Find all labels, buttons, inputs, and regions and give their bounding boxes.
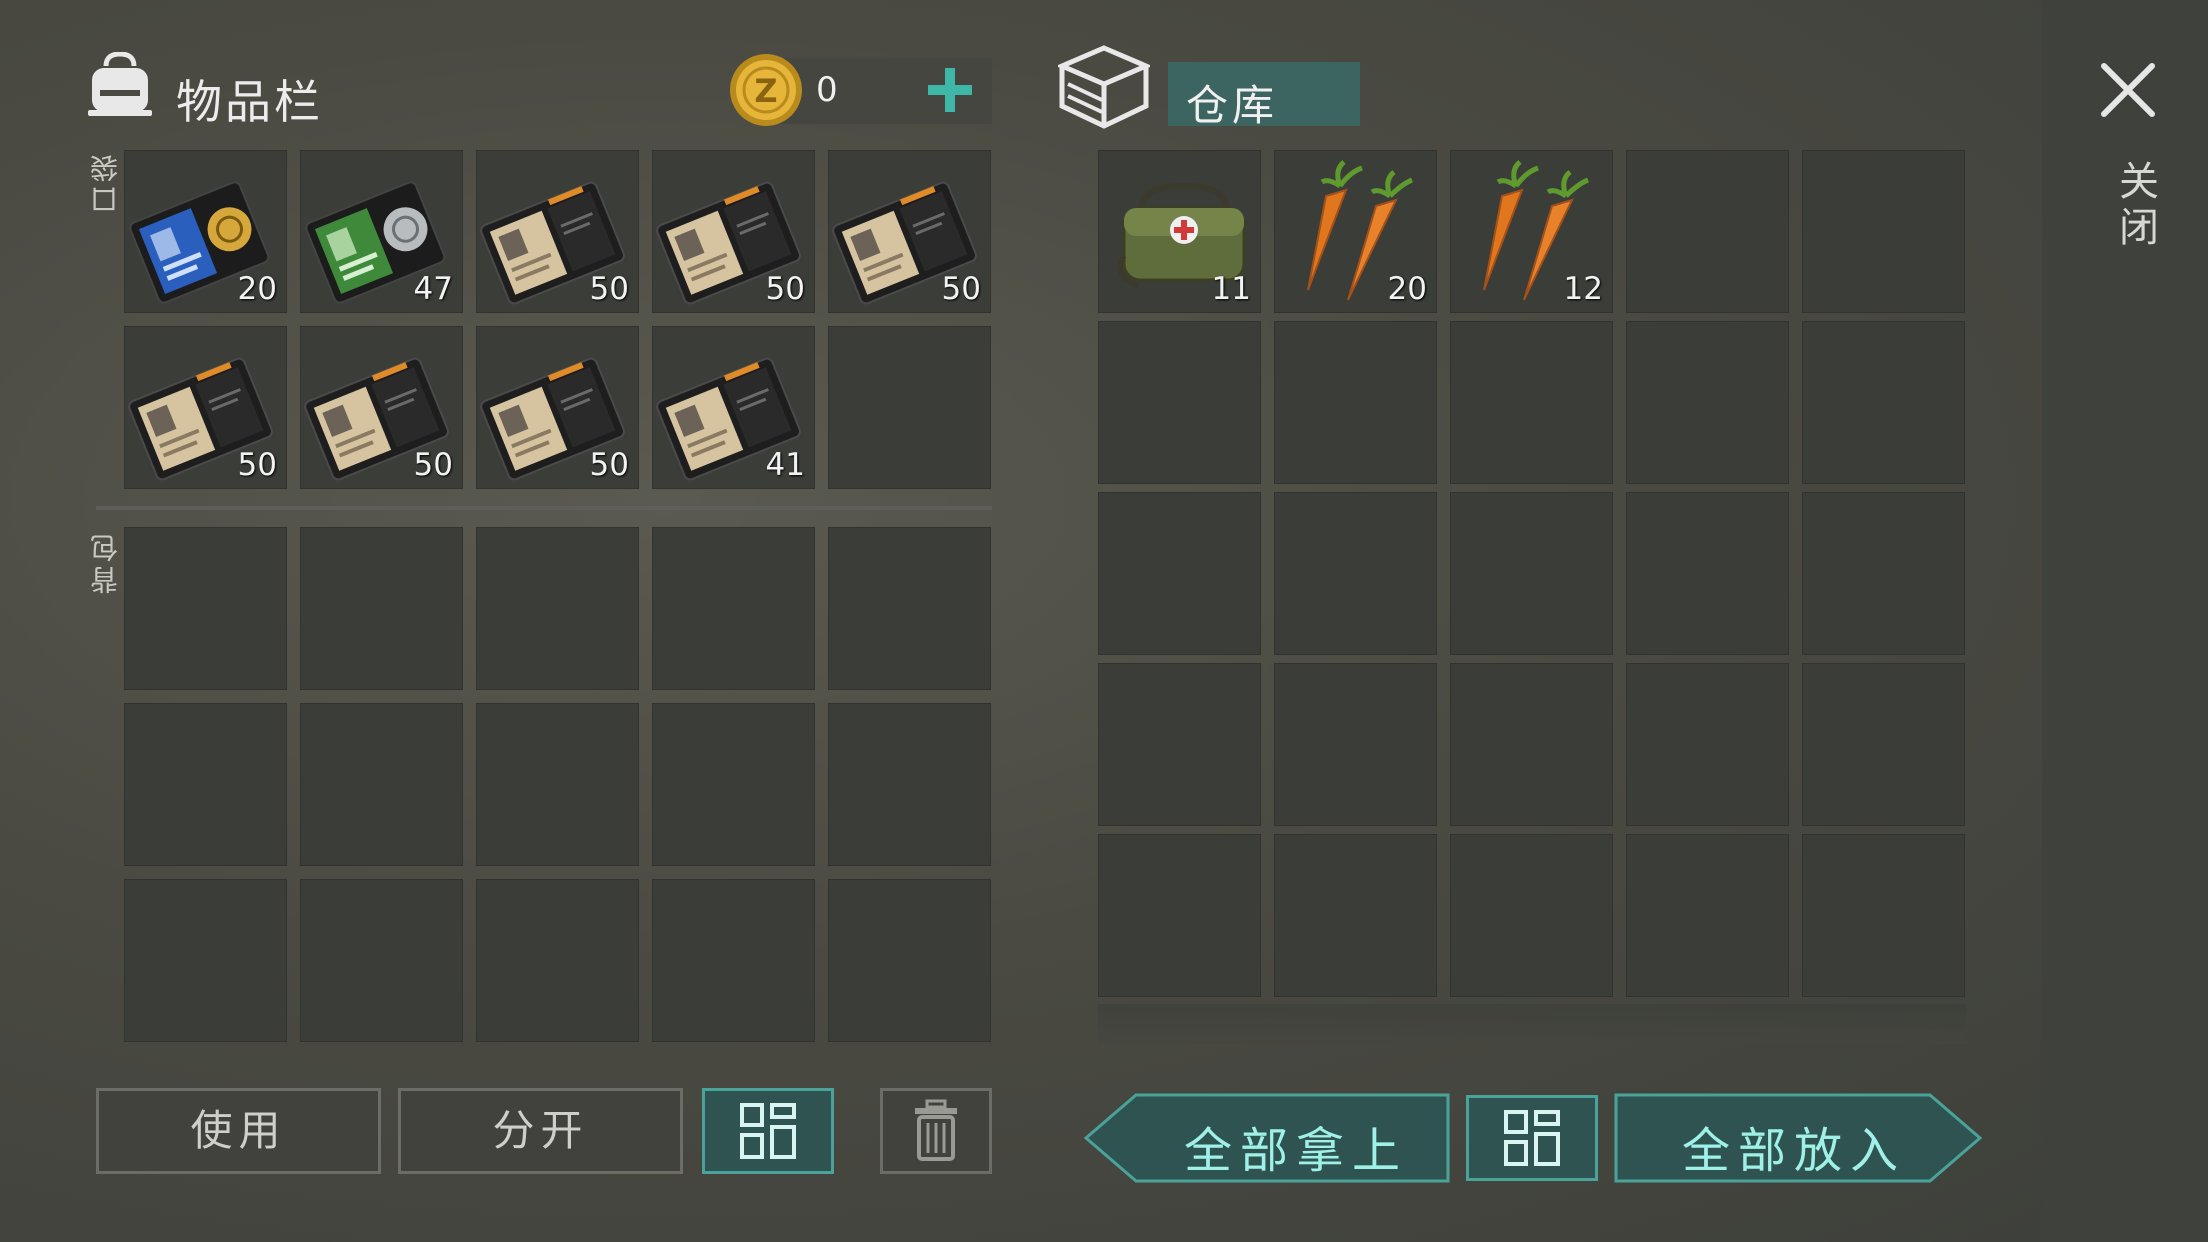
- item-quantity: 50: [237, 447, 277, 483]
- sort-warehouse-button[interactable]: [1466, 1095, 1598, 1181]
- empty-slot[interactable]: [1450, 663, 1613, 826]
- empty-slot[interactable]: [300, 527, 463, 690]
- empty-slot[interactable]: [1802, 492, 1965, 655]
- empty-slot[interactable]: [652, 879, 815, 1042]
- storage-box-icon: [1058, 45, 1150, 129]
- empty-slot[interactable]: [1274, 663, 1437, 826]
- item-slot[interactable]: 50: [652, 150, 815, 313]
- take-all-label: 全部拿上: [1184, 1123, 1409, 1179]
- item-quantity: 50: [589, 447, 629, 483]
- empty-slot[interactable]: [124, 703, 287, 866]
- warehouse-grid-overflow: [1098, 1004, 1966, 1044]
- close-label[interactable]: 关闭: [2106, 160, 2164, 252]
- item-slot[interactable]: 20: [124, 150, 287, 313]
- empty-slot[interactable]: [1626, 663, 1789, 826]
- item-quantity: 11: [1211, 271, 1251, 307]
- empty-slot[interactable]: [652, 703, 815, 866]
- empty-slot[interactable]: [476, 703, 639, 866]
- item-slot[interactable]: 20: [1274, 150, 1437, 313]
- backpack-label: 背包: [89, 530, 122, 594]
- coin-count: 0: [816, 70, 838, 110]
- empty-slot[interactable]: [1626, 492, 1789, 655]
- backpack-grid: [124, 527, 991, 1042]
- empty-slot[interactable]: [1626, 834, 1789, 997]
- item-slot[interactable]: 50: [476, 150, 639, 313]
- empty-slot[interactable]: [1098, 663, 1261, 826]
- empty-slot[interactable]: [1626, 150, 1789, 313]
- empty-slot[interactable]: [300, 879, 463, 1042]
- item-slot[interactable]: 50: [124, 326, 287, 489]
- sort-grid-icon: [740, 1103, 796, 1159]
- item-quantity: 12: [1563, 271, 1603, 307]
- warehouse-title: 仓库: [1186, 81, 1279, 130]
- close-icon[interactable]: [2096, 58, 2160, 122]
- empty-slot[interactable]: [828, 879, 991, 1042]
- warehouse-grid: 11 20 12: [1098, 150, 1965, 997]
- empty-slot[interactable]: [476, 879, 639, 1042]
- item-slot[interactable]: 47: [300, 150, 463, 313]
- trash-icon: [915, 1099, 957, 1161]
- empty-slot[interactable]: [1450, 492, 1613, 655]
- z-coin-icon: Z: [730, 54, 802, 126]
- add-coins-button[interactable]: [920, 60, 980, 120]
- item-slot[interactable]: 50: [828, 150, 991, 313]
- empty-slot[interactable]: [1450, 321, 1613, 484]
- pocket-grid: 20 47 50 50 50 50 50 50 41: [124, 150, 991, 489]
- backpack-icon: [88, 52, 152, 116]
- empty-slot[interactable]: [828, 527, 991, 690]
- item-slot[interactable]: 41: [652, 326, 815, 489]
- item-slot[interactable]: 50: [300, 326, 463, 489]
- sort-inventory-button[interactable]: [702, 1088, 834, 1174]
- item-slot[interactable]: 11: [1098, 150, 1261, 313]
- discard-button[interactable]: [880, 1088, 992, 1174]
- empty-slot[interactable]: [476, 527, 639, 690]
- item-quantity: 20: [237, 271, 277, 307]
- take-all-button[interactable]: 全部拿上: [1084, 1093, 1452, 1183]
- pocket-label: 口袋: [89, 150, 122, 214]
- item-quantity: 47: [413, 271, 453, 307]
- sort-grid-icon: [1504, 1110, 1560, 1166]
- put-all-label: 全部放入: [1682, 1123, 1907, 1179]
- section-divider: [96, 506, 992, 510]
- empty-slot[interactable]: [1274, 321, 1437, 484]
- split-button[interactable]: 分开: [398, 1088, 683, 1174]
- item-slot[interactable]: 12: [1450, 150, 1613, 313]
- empty-slot[interactable]: [1626, 321, 1789, 484]
- item-quantity: 50: [589, 271, 629, 307]
- put-all-button[interactable]: 全部放入: [1614, 1093, 1982, 1183]
- item-quantity: 50: [413, 447, 453, 483]
- empty-slot[interactable]: [1098, 321, 1261, 484]
- item-quantity: 41: [765, 447, 805, 483]
- empty-slot[interactable]: [1802, 663, 1965, 826]
- empty-slot[interactable]: [1098, 834, 1261, 997]
- empty-slot[interactable]: [1802, 150, 1965, 313]
- item-quantity: 50: [765, 271, 805, 307]
- empty-slot[interactable]: [1098, 492, 1261, 655]
- use-button[interactable]: 使用: [96, 1088, 381, 1174]
- empty-slot[interactable]: [1802, 834, 1965, 997]
- item-slot[interactable]: 50: [476, 326, 639, 489]
- inventory-title: 物品栏: [176, 75, 323, 129]
- item-quantity: 50: [941, 271, 981, 307]
- empty-slot[interactable]: [300, 703, 463, 866]
- empty-slot[interactable]: [828, 326, 991, 489]
- empty-slot[interactable]: [1274, 834, 1437, 997]
- empty-slot[interactable]: [828, 703, 991, 866]
- svg-text:Z: Z: [754, 72, 777, 110]
- empty-slot[interactable]: [124, 527, 287, 690]
- item-quantity: 20: [1387, 271, 1427, 307]
- empty-slot[interactable]: [1450, 834, 1613, 997]
- empty-slot[interactable]: [1802, 321, 1965, 484]
- empty-slot[interactable]: [1274, 492, 1437, 655]
- empty-slot[interactable]: [124, 879, 287, 1042]
- empty-slot[interactable]: [652, 527, 815, 690]
